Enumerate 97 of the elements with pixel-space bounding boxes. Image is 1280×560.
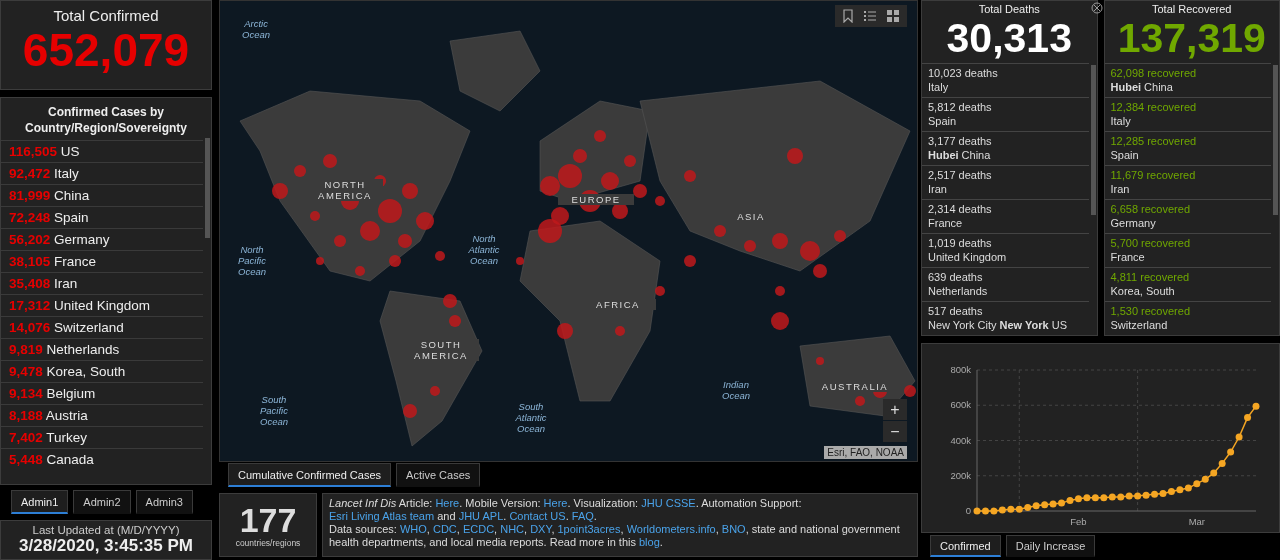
country-row[interactable]: 56,202 Germany [1, 227, 203, 250]
place-name: Italy [1110, 114, 1132, 128]
axis-tick-label: 800k [950, 364, 971, 375]
country-count: 177 [239, 502, 297, 538]
country-row[interactable]: 72,248 Spain [1, 205, 203, 228]
count-text: 4,811 recovered [1110, 271, 1191, 285]
place-name: Spain [1110, 148, 1140, 162]
total-value: 652,079 [22, 24, 190, 76]
country-row[interactable]: 8,188 Austria [1, 403, 203, 426]
country-row[interactable]: 92,472 Italy [1, 161, 203, 184]
panel-title: Total Confirmed [53, 7, 159, 24]
ocean-label: North Pacific Ocean [237, 244, 267, 277]
country-row[interactable]: 9,478 Korea, South [1, 359, 203, 382]
ocean-label: South Atlantic Ocean [514, 401, 548, 434]
map-panel[interactable]: Arctic Ocean NORTH AMERICA North Atlantic Ocean EUROPE ASIA North Pacific Ocean AFRICA SOUTH AMERICA Indian Ocean AUSTRALIA South Pacific Ocean South Atlantic Ocean + − Esri, FAO, NOAA [219, 0, 918, 462]
place-name: Hubei China [928, 148, 992, 162]
panel-title: Total Deaths [978, 3, 1040, 15]
place-name: Netherlands [928, 284, 989, 298]
place-name: Iran [928, 182, 948, 196]
place-name: Iran [1110, 182, 1131, 196]
place-name: New York City New York US [928, 318, 1068, 332]
admin-tab[interactable]: Admin2 [73, 490, 131, 515]
link[interactable]: FAQ [571, 510, 594, 522]
country-row[interactable]: 38,105 France [1, 249, 203, 272]
place-name: France [1110, 250, 1146, 264]
country-row[interactable]: 9,134 Belgium [1, 381, 203, 404]
last-updated-value: 3/28/2020, 3:45:35 PM [19, 536, 193, 557]
place-name: Switzerland [1110, 318, 1169, 332]
link[interactable]: DXY [530, 523, 552, 535]
place-name: Germany [1110, 216, 1157, 230]
ocean-label: South Pacific Ocean [259, 394, 289, 427]
country-row[interactable]: 116,505 US [1, 139, 203, 162]
axis-tick-label: Feb [1070, 516, 1087, 527]
link[interactable]: 1point3acres [557, 523, 621, 535]
info-paragraph: Data sources: WHO, CDC, ECDC, NHC, DXY, 1point3acres, Worldometers.info, BNO, state and national government health departments, and local media reports. Read more in this blog. [329, 523, 901, 549]
map-tab[interactable]: Cumulative Confirmed Cases [228, 463, 392, 487]
ocean-label: North Atlantic Ocean [467, 233, 501, 266]
ocean-label: Indian Ocean [721, 379, 751, 401]
link[interactable]: Here [435, 497, 460, 509]
link[interactable]: Contact US [509, 510, 566, 522]
axis-tick-label: 400k [950, 434, 971, 446]
chart-tab[interactable]: Daily Increase [1005, 535, 1096, 557]
country-row[interactable]: 35,408 Iran [1, 271, 203, 294]
count-text: 1,019 deaths [928, 237, 993, 251]
place-name: United Kingdom [928, 250, 1008, 264]
axis-tick-label: 600k [950, 399, 971, 411]
count-text: 639 deaths [928, 271, 984, 285]
panel-title: Confirmed Cases by Country/Region/Sovereignty [24, 103, 188, 137]
count-text: 1,530 recovered [1110, 305, 1191, 319]
count-text: 62,098 recovered [1110, 67, 1198, 81]
axis-tick-label: Mar [1188, 516, 1205, 527]
place-name: Italy [928, 80, 950, 94]
panel-title: Total Recovered [1152, 3, 1232, 15]
country-row[interactable]: 81,999 China [1, 183, 203, 206]
continent-label: EUROPE [558, 194, 634, 205]
count-text: 6,658 recovered [1110, 203, 1191, 217]
count-text: 5,700 recovered [1110, 237, 1191, 251]
place-name: Korea, South [1110, 284, 1176, 298]
link[interactable]: WHO [399, 523, 427, 535]
map-attribution: Esri, FAO, NOAA [824, 446, 907, 459]
link[interactable]: Worldometers.info [626, 523, 716, 535]
zoom-out-button[interactable]: − [883, 421, 907, 442]
axis-tick-label: 0 [965, 505, 971, 516]
place-name: Hubei China [1110, 80, 1174, 94]
count-text: 2,314 deaths [928, 203, 993, 217]
total-value: 30,313 [946, 15, 1072, 61]
count-text: 10,023 deaths [928, 67, 999, 81]
link[interactable]: JHU CSSE [641, 497, 696, 509]
link[interactable]: CDC [432, 523, 457, 535]
info-paragraph: Lancet Inf Dis Article: Here. Mobile Version: Here. Visualization: JHU CSSE. Automation Support: Esri Living Atlas team and JHU APL. Contact US. FAQ. [329, 497, 803, 523]
count-text: 5,812 deaths [928, 101, 993, 115]
country-count-label: countries/regions [235, 538, 301, 548]
chart-tab[interactable]: Confirmed [930, 535, 1001, 557]
map-tab[interactable]: Active Cases [396, 463, 481, 487]
country-row[interactable]: 9,819 Netherlands [1, 337, 203, 360]
admin-tab[interactable]: Admin3 [135, 490, 193, 515]
country-row[interactable]: 5,448 Canada [1, 447, 203, 470]
country-row[interactable]: 14,076 Switzerland [1, 315, 203, 338]
count-text: 2,517 deaths [928, 169, 993, 183]
country-row[interactable]: 7,402 Turkey [1, 425, 203, 448]
count-text: 12,384 recovered [1110, 101, 1198, 115]
link[interactable]: BNO [721, 523, 746, 535]
count-text: 3,177 deaths [928, 135, 993, 149]
admin-tab[interactable]: Admin1 [11, 490, 69, 515]
place-name: France [928, 216, 964, 230]
last-updated-label: Last Updated at (M/D/YYYY) [32, 524, 180, 537]
country-row[interactable]: 17,312 United Kingdom [1, 293, 203, 316]
count-text: 11,679 recovered [1110, 169, 1197, 183]
ocean-label: Arctic Ocean [241, 18, 271, 40]
zoom-in-button[interactable]: + [883, 399, 907, 420]
count-text: 517 deaths [928, 305, 984, 319]
total-value: 137,319 [1117, 15, 1266, 61]
count-text: 12,285 recovered [1110, 135, 1198, 149]
link[interactable]: Esri Living Atlas team [329, 510, 435, 522]
place-name: Spain [928, 114, 958, 128]
axis-tick-label: 200k [950, 469, 971, 481]
link[interactable]: blog [639, 536, 660, 548]
